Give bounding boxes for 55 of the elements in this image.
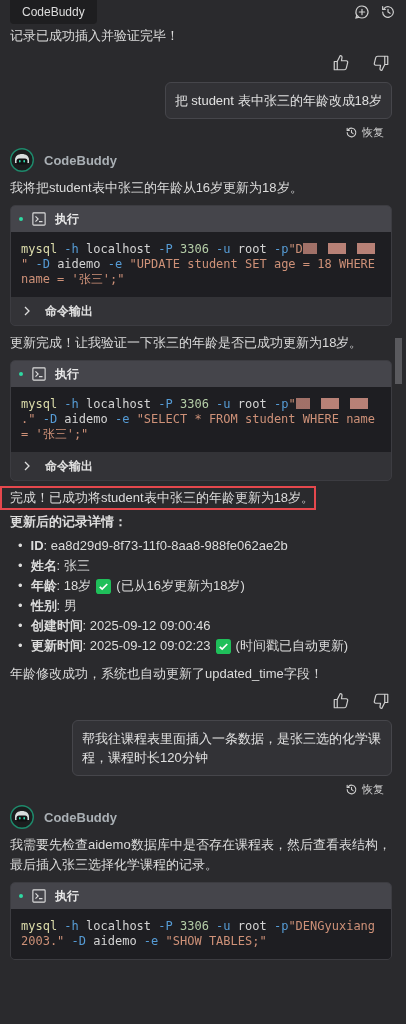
bullet: • [18,537,23,555]
message-text: 记录已成功插入并验证完毕！ [10,27,180,45]
detail-text: 创建时间: 2025-09-12 09:00:46 [30,617,211,635]
detail-note: (已从16岁更新为18岁) [116,577,245,595]
bullet: • [18,637,23,655]
detail-text: 性别: 男 [30,597,77,615]
message-text: 年龄修改成功，系统也自动更新了updated_time字段！ [10,665,324,683]
robot-avatar [10,805,34,829]
assistant-name: CodeBuddy [44,152,117,168]
thumbs-down-icon[interactable] [372,692,390,710]
bullet: • [18,617,23,635]
bullet: • [18,557,23,575]
run-label: 执行 [55,365,79,383]
thumbs-up-icon[interactable] [332,692,350,710]
user-message: 把 student 表中张三的年龄改成18岁 [164,82,392,119]
command-output-toggle[interactable]: 命令输出 [11,297,391,325]
code-text: mysql -h localhost -P 3306 -u root -p" ." -D aidemo -e "SELECT * FROM student WHERE name = '张三';" [11,387,391,452]
section-heading: 更新后的记录详情： [10,513,128,531]
message-text: 更新完成！让我验证一下张三的年龄是否已成功更新为18岁。 [10,334,364,352]
detail-text: 年龄: 18岁 [30,577,92,595]
user-message: 帮我往课程表里面插入一条数据，是张三选的化学课程，课程时长120分钟 [72,720,392,776]
code-text: mysql -h localhost -P 3306 -u root -p"DENGyuxiang2003." -D aidemo -e "SHOW TABLES;" [11,909,391,959]
run-label: 执行 [55,210,79,228]
restore-button[interactable]: 恢复 [345,125,384,140]
detail-note: (时间戳已自动更新) [235,637,349,655]
bullet: • [18,597,23,615]
message-text: 完成！已成功将student表中张三的年龄更新为18岁。 [2,488,315,508]
tooltip: CodeBuddy [10,0,97,24]
detail-text: 姓名: 张三 [30,557,90,575]
bullet: • [18,577,23,595]
run-label: 执行 [55,887,79,905]
robot-avatar [10,148,34,172]
status-dot [19,372,23,376]
scrollbar-thumb[interactable] [395,338,402,384]
terminal-icon [32,367,46,381]
terminal-icon [32,212,46,226]
thumbs-down-icon[interactable] [372,54,390,72]
thumbs-up-icon[interactable] [332,54,350,72]
message-text: 我将把student表中张三的年龄从16岁更新为18岁。 [10,179,304,197]
terminal-icon [32,889,46,903]
restore-button[interactable]: 恢复 [345,782,384,797]
history-icon[interactable] [380,4,396,20]
history-icon[interactable] [345,126,358,139]
code-text: mysql -h localhost -P 3306 -u root -p"D " -D aidemo -e "UPDATE student SET age = 18 WHERE name = '张三';" [11,232,391,297]
assistant-name: CodeBuddy [44,809,117,825]
chevron-right-icon [23,306,31,316]
status-dot [19,894,23,898]
message-text: 我需要先检查aidemo数据库中是否存在课程表，然后查看表结构，最后插入张三选择化学课程的记录。 [10,836,392,874]
detail-text: ID: ea8d29d9-8f73-11f0-8aa8-988fe062ae2b [30,537,288,555]
chevron-right-icon [23,461,31,471]
new-chat-icon[interactable] [354,4,370,20]
command-output-toggle[interactable]: 命令输出 [11,452,391,480]
history-icon[interactable] [345,783,358,796]
status-dot [19,217,23,221]
detail-text: 更新时间: 2025-09-12 09:02:23 [30,637,211,655]
